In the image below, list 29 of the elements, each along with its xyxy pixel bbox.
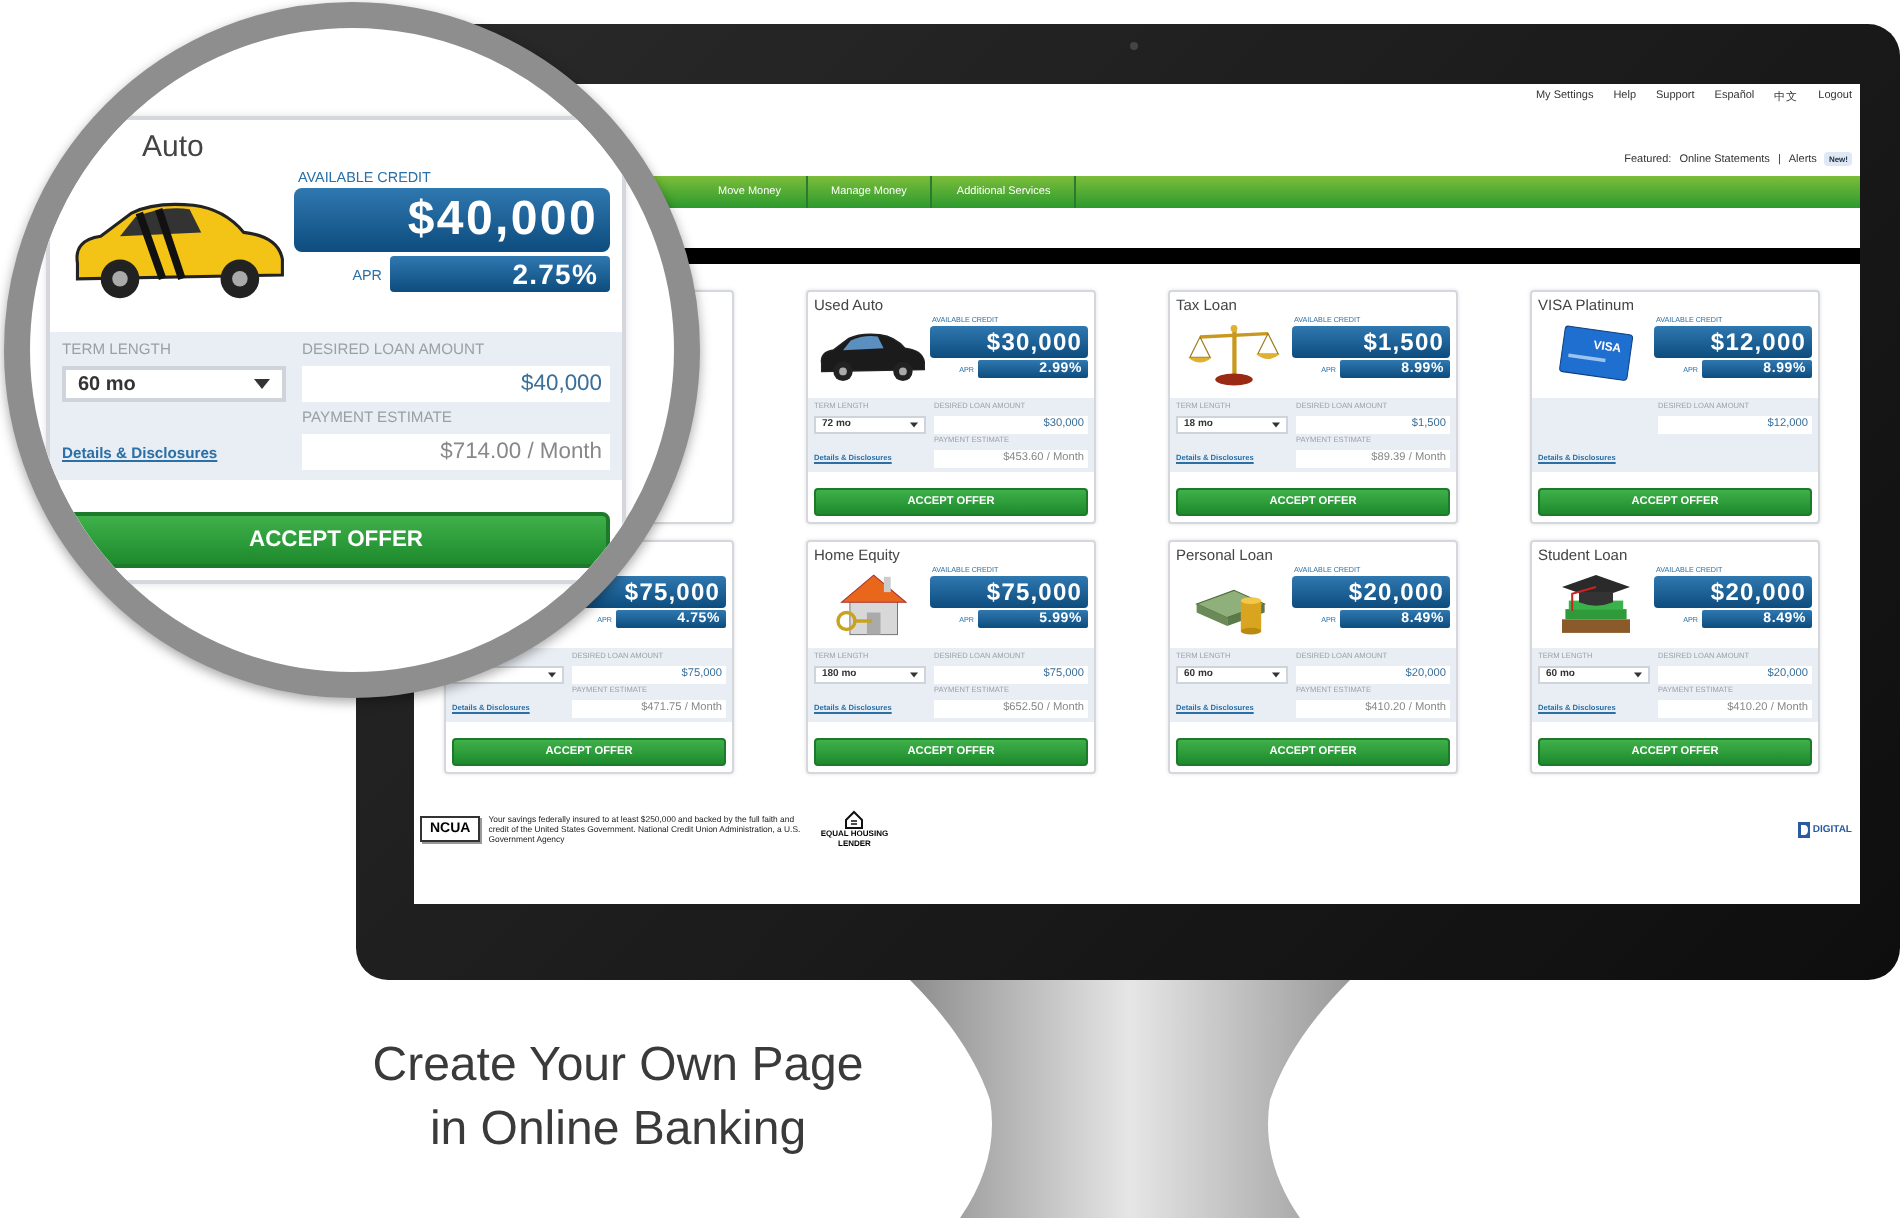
term-select[interactable]: 60 mo [62, 366, 286, 402]
webcam-dot [1130, 42, 1138, 50]
equal-housing-icon [844, 810, 865, 830]
available-credit-amount: $75,000 [930, 576, 1088, 608]
available-credit-amount: $1,500 [1292, 326, 1450, 358]
available-credit-amount: $20,000 [1292, 576, 1450, 608]
caret-icon [910, 421, 918, 427]
apr-label: APR [352, 265, 382, 283]
partner-logo-icon [1798, 821, 1811, 837]
offer-title: Auto [140, 128, 206, 168]
payment-estimate-field: $714.00 / Month [302, 434, 610, 470]
caret-icon [910, 671, 918, 677]
available-credit-label: AVAILABLE CREDIT [298, 168, 431, 188]
caret-icon [254, 378, 270, 390]
payment-estimate-label: PAYMENT ESTIMATE [302, 408, 454, 428]
caret-icon [1272, 671, 1280, 677]
desired-amount-label: DESIRED LOAN AMOUNT [302, 340, 487, 360]
caret-icon [1634, 671, 1642, 677]
term-length-label: TERM LENGTH [62, 340, 173, 360]
caret-icon [1272, 421, 1280, 427]
caption: Create Your Own Page in Online Banking [370, 1036, 866, 1160]
available-credit-amount: $12,000 [1654, 326, 1812, 358]
available-credit-amount: $20,000 [1654, 576, 1812, 608]
caret-icon [548, 671, 556, 677]
details-disclosures-link[interactable]: Details & Disclosures [62, 443, 286, 461]
available-credit-amount: $30,000 [930, 326, 1088, 358]
desired-amount-field[interactable]: $40,000 [302, 366, 610, 402]
apr-value: 2.75% [390, 256, 610, 292]
available-credit-amount: $40,000 [294, 188, 610, 252]
